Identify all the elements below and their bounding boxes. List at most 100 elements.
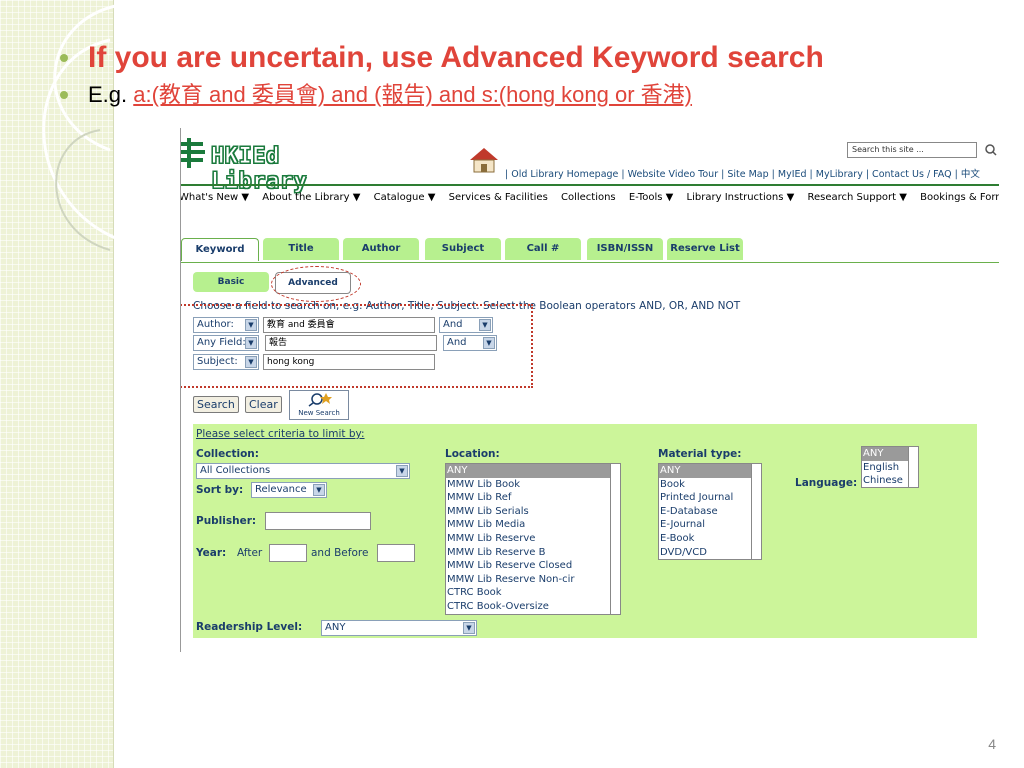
nav-instructions[interactable]: Library Instructions ▼ [687, 192, 795, 203]
nav-services[interactable]: Services & Facilities [449, 192, 548, 203]
limit-panel: Please select criteria to limit by: Coll… [193, 424, 977, 638]
listbox-scrollbar[interactable] [908, 447, 918, 487]
search-icon[interactable] [985, 144, 997, 156]
main-nav: What's New ▼ About the Library ▼ Catalog… [181, 192, 999, 203]
query-input-2[interactable]: 報告 [265, 335, 437, 351]
list-item[interactable]: E-Book [659, 532, 761, 546]
tab-title[interactable]: Title [263, 238, 339, 260]
year-after-label: After [237, 547, 263, 559]
tab-call-number[interactable]: Call # [505, 238, 581, 260]
field-select-1[interactable]: Author: ▼ [193, 317, 259, 333]
list-item[interactable]: MMW Lib Reserve Closed [446, 559, 620, 573]
chevron-down-icon: ▼ [245, 319, 257, 331]
logo-icon [181, 138, 205, 168]
subtab-basic[interactable]: Basic [193, 272, 269, 292]
location-label: Location: [445, 448, 500, 460]
list-item[interactable]: CTRC Book-Oversize [446, 600, 620, 614]
top-links[interactable]: | Old Library Homepage | Website Video T… [505, 166, 980, 180]
list-item[interactable]: DVD/VCD [659, 546, 761, 559]
chevron-down-icon: ▼ [313, 484, 325, 496]
example-query-link[interactable]: a:(教育 and 委員會) and (報告) and s:(hong kong… [133, 82, 692, 107]
list-item[interactable]: MMW Lib Serials [446, 505, 620, 519]
bullet-dot [60, 54, 68, 62]
material-label: Material type: [658, 448, 742, 460]
nav-collections[interactable]: Collections [561, 192, 616, 203]
tab-author[interactable]: Author [343, 238, 419, 260]
operator-select-2[interactable]: And ▼ [443, 335, 497, 351]
year-after-input[interactable] [269, 544, 307, 562]
language-label: Language: [795, 477, 858, 489]
publisher-input[interactable] [265, 512, 371, 530]
list-item[interactable]: MMW Lib Reserve [446, 532, 620, 546]
list-item[interactable]: MMW Lib Reserve B [446, 546, 620, 560]
search-button[interactable]: Search [193, 396, 239, 413]
new-search-button[interactable]: New Search [289, 390, 349, 420]
collection-select[interactable]: All Collections ▼ [196, 463, 410, 479]
chevron-down-icon: ▼ [479, 319, 491, 331]
nav-catalogue[interactable]: Catalogue ▼ [374, 192, 436, 203]
advanced-highlight-circle [271, 266, 361, 302]
new-search-label: New Search [298, 409, 340, 417]
year-before-input[interactable] [377, 544, 415, 562]
list-item[interactable]: MMW Lib Book [446, 478, 620, 492]
list-item[interactable]: ANY [446, 464, 620, 478]
nav-about[interactable]: About the Library ▼ [262, 192, 360, 203]
library-header: HKIEd Library | Old Library Homepage | W… [181, 128, 999, 195]
tab-reserve-list[interactable]: Reserve List [667, 238, 743, 260]
readership-label: Readership Level: [196, 621, 303, 633]
year-label: Year: [196, 547, 227, 559]
page-number: 4 [988, 736, 996, 752]
tab-isbn-issn[interactable]: ISBN/ISSN [587, 238, 663, 260]
tab-keyword[interactable]: Keyword [181, 238, 259, 261]
sortby-select[interactable]: Relevance ▼ [251, 482, 327, 498]
list-item[interactable]: MMW Lib Ref [446, 491, 620, 505]
list-item[interactable]: Printed Journal [659, 491, 761, 505]
listbox-scrollbar[interactable] [610, 464, 620, 614]
chevron-down-icon: ▼ [463, 622, 475, 634]
list-item[interactable]: MMW Lib Media [446, 518, 620, 532]
bullet-1: If you are uncertain, use Advanced Keywo… [60, 38, 1020, 78]
location-listbox[interactable]: ANY MMW Lib Book MMW Lib Ref MMW Lib Ser… [445, 463, 621, 615]
bullet-dot [60, 91, 68, 99]
list-item[interactable]: E-Journal [659, 518, 761, 532]
bullet-2-prefix: E.g. [88, 82, 134, 107]
query-input-3[interactable]: hong kong [263, 354, 435, 370]
search-tabs: Keyword Title Author Subject Call # ISBN… [181, 238, 999, 262]
field-select-3[interactable]: Subject: ▼ [193, 354, 259, 370]
header-divider [181, 184, 999, 186]
limit-heading: Please select criteria to limit by: [196, 428, 365, 440]
sortby-label: Sort by: [196, 484, 244, 496]
site-search-input[interactable]: Search this site ... [847, 142, 977, 158]
nav-etools[interactable]: E-Tools ▼ [629, 192, 674, 203]
listbox-scrollbar[interactable] [751, 464, 761, 559]
query-input-1[interactable]: 教育 and 委員會 [263, 317, 435, 333]
nav-research[interactable]: Research Support ▼ [807, 192, 906, 203]
chevron-down-icon: ▼ [483, 337, 495, 349]
nav-bookings[interactable]: Bookings & Forms ▼ [920, 192, 999, 203]
material-listbox[interactable]: ANY Book Printed Journal E-Database E-Jo… [658, 463, 762, 560]
list-item[interactable]: Book [659, 478, 761, 492]
bullet-1-text: If you are uncertain, use Advanced Keywo… [88, 41, 824, 74]
chevron-down-icon: ▼ [396, 465, 408, 477]
list-item[interactable]: E-Database [659, 505, 761, 519]
clear-button[interactable]: Clear [245, 396, 282, 413]
logo-text: HKIEd Library [211, 144, 308, 195]
list-item[interactable]: MMW Lib Reserve Non-cir [446, 573, 620, 587]
language-listbox[interactable]: ANY English Chinese [861, 446, 919, 488]
collection-label: Collection: [196, 448, 259, 460]
operator-select-1[interactable]: And ▼ [439, 317, 493, 333]
field-select-2[interactable]: Any Field: ▼ [193, 335, 259, 351]
slide-bullets: If you are uncertain, use Advanced Keywo… [60, 38, 1020, 112]
publisher-label: Publisher: [196, 515, 257, 527]
readership-select[interactable]: ANY ▼ [321, 620, 477, 636]
home-icon[interactable] [469, 146, 499, 174]
library-screenshot: HKIEd Library | Old Library Homepage | W… [180, 128, 999, 652]
library-logo[interactable]: HKIEd Library [181, 138, 373, 195]
bullet-2: E.g. a:(教育 and 委員會) and (報告) and s:(hong… [60, 78, 1020, 112]
nav-whats-new[interactable]: What's New ▼ [181, 192, 249, 203]
tab-subject[interactable]: Subject [425, 238, 501, 260]
chevron-down-icon: ▼ [245, 356, 257, 368]
chevron-down-icon: ▼ [245, 337, 257, 349]
list-item[interactable]: ANY [659, 464, 761, 478]
list-item[interactable]: CTRC Book [446, 586, 620, 600]
